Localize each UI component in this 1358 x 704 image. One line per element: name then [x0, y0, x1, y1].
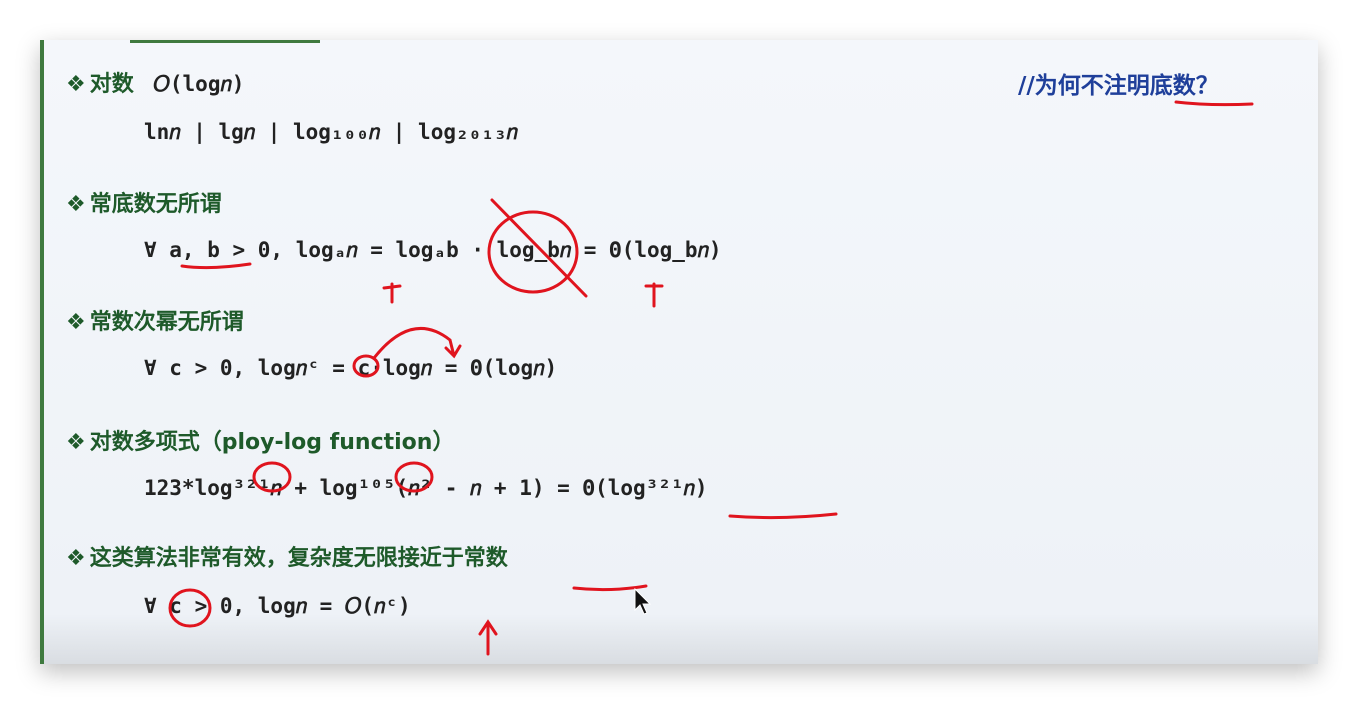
ink-underline-ab	[180, 262, 252, 270]
heading-constant-base-text: 常底数无所谓	[89, 192, 222, 217]
heading-poly-log-text: 对数多项式（ploy-log function）	[89, 430, 455, 455]
heading-constant-base: ❖ 常底数无所谓	[66, 186, 222, 218]
formula-poly-log: 123*log³²¹𝑛 + log¹⁰⁵(𝑛² - 𝑛 + 1) = Θ(log…	[144, 476, 708, 500]
heading-logarithm-math: 𝑂(log𝑛)	[153, 72, 245, 96]
heading-efficient: ❖ 这类算法非常有效，复杂度无限接近于常数	[66, 540, 508, 572]
heading-logarithm: ❖ 对数 𝑂(log𝑛)	[66, 66, 244, 98]
ink-arrow-exponent-c	[372, 326, 462, 360]
ink-underline-note	[1174, 100, 1254, 107]
diamond-bullet-icon: ❖	[66, 430, 86, 455]
diamond-bullet-icon: ❖	[66, 546, 86, 571]
heading-constant-power-text: 常数次幂无所谓	[89, 310, 244, 335]
formula-log-vs-power: ∀ c > 0, log𝑛 = 𝑂(𝑛ᶜ)	[144, 594, 411, 618]
ink-arrow-nc	[478, 619, 498, 656]
formula-power-rule: ∀ c > 0, log𝑛ᶜ = c·log𝑛 = Θ(log𝑛)	[144, 356, 558, 380]
ink-arrow-loga	[382, 282, 402, 304]
ink-arrow-logb	[644, 282, 664, 308]
heading-poly-log: ❖ 对数多项式（ploy-log function）	[66, 424, 454, 456]
slide-left-rule	[40, 40, 44, 664]
side-note: //为何不注明底数？	[1018, 73, 1219, 99]
slide-top-rule	[130, 40, 320, 43]
diamond-bullet-icon: ❖	[66, 72, 86, 97]
slide: //为何不注明底数？ ❖ 对数 𝑂(log𝑛) ln𝑛 | lg𝑛 | log₁₀…	[40, 40, 1318, 664]
heading-efficient-text: 这类算法非常有效，复杂度无限接近于常数	[89, 546, 508, 571]
heading-logarithm-text: 对数	[89, 72, 134, 97]
diamond-bullet-icon: ❖	[66, 310, 86, 335]
heading-constant-power: ❖ 常数次幂无所谓	[66, 304, 244, 336]
formula-change-of-base: ∀ a, b > 0, logₐ𝑛 = logₐb · log_b𝑛 = Θ(l…	[144, 238, 722, 262]
ink-underline-theta	[728, 512, 838, 520]
mouse-pointer-icon	[634, 588, 652, 615]
formula-log-bases: ln𝑛 | lg𝑛 | log₁₀₀𝑛 | log₂₀₁₃𝑛	[144, 120, 518, 144]
diamond-bullet-icon: ❖	[66, 192, 86, 217]
